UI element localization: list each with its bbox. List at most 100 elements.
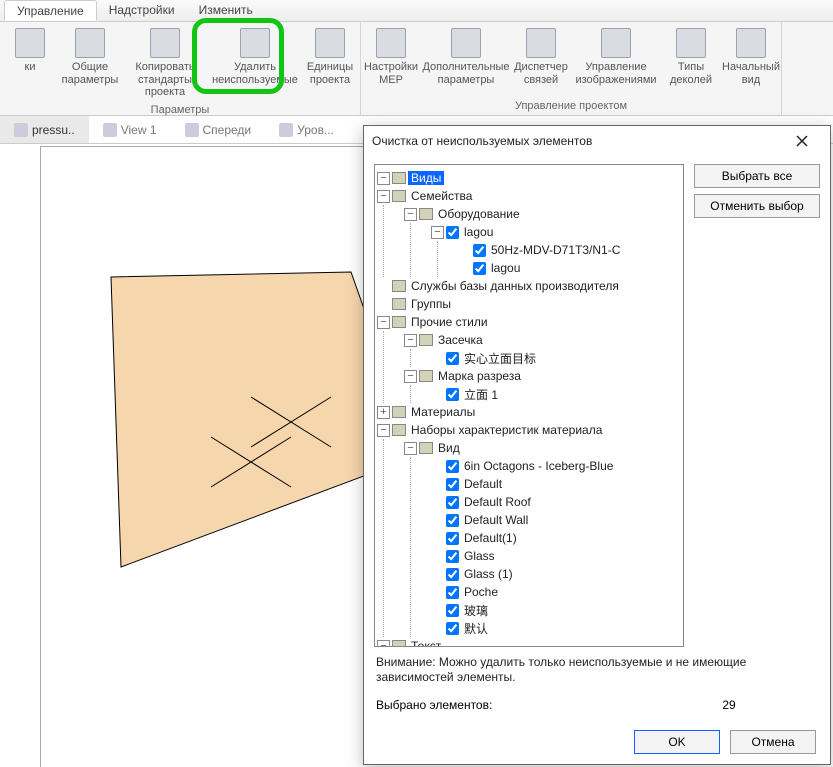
tree-checkbox[interactable] [473,262,486,275]
tree-label[interactable]: 50Hz-MDV-D71T3/N1-C [488,243,623,257]
tree-row[interactable]: Default Roof [431,493,681,511]
tree-checkbox[interactable] [446,460,459,473]
tree-label[interactable]: lagou [461,225,496,239]
tree-label[interactable]: Семейства [408,189,475,203]
tree-label[interactable]: Наборы характеристик материала [408,423,605,437]
ribbon-button-1-2[interactable]: Диспетчерсвязей [511,24,571,99]
ribbon-button-1-3[interactable]: Управлениеизображениями [571,24,661,99]
tree-row[interactable]: 立面 1 [431,385,681,403]
collapse-icon[interactable]: − [404,370,417,383]
tree-row[interactable]: 玻璃 [431,601,681,619]
tree-row[interactable]: Poche [431,583,681,601]
tree-row[interactable]: − Засечка [404,331,681,349]
tree-row[interactable]: + Материалы [377,403,681,421]
ribbon-tab-1[interactable]: Надстройки [97,0,187,21]
tree-row[interactable]: − Виды [377,169,681,187]
tree-label[interactable]: Службы базы данных производителя [408,279,622,293]
tree-label[interactable]: 玻璃 [461,602,491,619]
tree-label[interactable]: Виды [408,171,444,185]
tree-label[interactable]: Glass (1) [461,567,516,581]
ok-button[interactable]: OK [634,730,720,754]
tree-label[interactable]: Default Roof [461,495,534,509]
cancel-button[interactable]: Отмена [730,730,816,754]
tree-checkbox[interactable] [446,226,459,239]
view-tab-2[interactable]: Спереди [171,116,266,143]
tree-row[interactable]: − lagou [431,223,681,241]
tree-row[interactable]: − Вид [404,439,681,457]
tree-row[interactable]: Группы [377,295,681,313]
tree-checkbox[interactable] [473,244,486,257]
tree-label[interactable]: 实心立面目标 [461,350,539,367]
tree-checkbox[interactable] [446,604,459,617]
ribbon-button-0-2[interactable]: Копироватьстандарты проекта [120,24,210,103]
tree-checkbox[interactable] [446,496,459,509]
tree-label[interactable]: Default Wall [461,513,531,527]
view-tab-3[interactable]: Уров... [265,116,348,143]
ribbon-button-1-1[interactable]: Дополнительныепараметры [421,24,511,99]
collapse-icon[interactable]: − [377,316,390,329]
view-tab-0[interactable]: pressu.. [0,116,89,143]
tree-label[interactable]: Текст [408,639,444,647]
collapse-icon[interactable]: − [377,172,390,185]
ribbon-button-0-4[interactable]: Единицыпроекта [300,24,360,103]
deselect-all-button[interactable]: Отменить выбор [694,194,820,218]
collapse-icon[interactable]: − [431,226,444,239]
tree-row[interactable]: Default(1) [431,529,681,547]
tree-checkbox[interactable] [446,514,459,527]
tree-label[interactable]: Прочие стили [408,315,491,329]
tree-label[interactable]: Poche [461,585,501,599]
tree-checkbox[interactable] [446,478,459,491]
collapse-icon[interactable]: − [404,208,417,221]
tree-row[interactable]: − Семейства [377,187,681,205]
tree-view[interactable]: − Виды − Семейства − Оборудование − lagou 50Hz-M… [374,164,684,647]
ribbon-button-1-4[interactable]: Типыдеколей [661,24,721,99]
collapse-icon[interactable]: − [377,424,390,437]
tree-checkbox[interactable] [446,532,459,545]
ribbon-button-0-3[interactable]: Удалитьнеиспользуемые [210,24,300,103]
collapse-icon[interactable]: − [377,190,390,203]
tree-label[interactable]: 默认 [461,620,491,637]
tree-row[interactable]: − Наборы характеристик материала [377,421,681,439]
collapse-icon[interactable]: − [404,334,417,347]
tree-checkbox[interactable] [446,388,459,401]
tree-label[interactable]: Оборудование [435,207,523,221]
close-button[interactable] [782,127,822,155]
ribbon-tab-0[interactable]: Управление [4,0,97,21]
tree-label[interactable]: Glass [461,549,498,563]
tree-label[interactable]: Марка разреза [435,369,524,383]
tree-checkbox[interactable] [446,352,459,365]
ribbon-button-0-0[interactable]: ки [0,24,60,103]
tree-row[interactable]: 实心立面目标 [431,349,681,367]
tree-row[interactable]: − Прочие стили [377,313,681,331]
select-all-button[interactable]: Выбрать все [694,164,820,188]
tree-label[interactable]: 立面 1 [461,386,501,403]
ribbon-button-1-0[interactable]: НастройкиMEP [361,24,421,99]
expand-icon[interactable]: + [377,406,390,419]
tree-label[interactable]: Засечка [435,333,486,347]
collapse-icon[interactable]: − [404,442,417,455]
tree-label[interactable]: Материалы [408,405,478,419]
tree-checkbox[interactable] [446,622,459,635]
tree-checkbox[interactable] [446,586,459,599]
tree-label[interactable]: 6in Octagons - Iceberg-Blue [461,459,616,473]
tree-label[interactable]: Группы [408,297,454,311]
tree-row[interactable]: Default [431,475,681,493]
tree-row[interactable]: Default Wall [431,511,681,529]
tree-row[interactable]: − Текст [377,637,681,647]
tree-label[interactable]: Default [461,477,505,491]
tree-checkbox[interactable] [446,550,459,563]
tree-row[interactable]: 6in Octagons - Iceberg-Blue [431,457,681,475]
collapse-icon[interactable]: − [377,640,390,647]
ribbon-tab-2[interactable]: Изменить [187,0,265,21]
tree-row[interactable]: lagou [458,259,681,277]
tree-row[interactable]: 默认 [431,619,681,637]
ribbon-button-1-5[interactable]: Начальныйвид [721,24,781,99]
tree-label[interactable]: lagou [488,261,523,275]
tree-row[interactable]: Службы базы данных производителя [377,277,681,295]
tree-label[interactable]: Default(1) [461,531,520,545]
tree-checkbox[interactable] [446,568,459,581]
tree-row[interactable]: Glass (1) [431,565,681,583]
tree-row[interactable]: − Оборудование [404,205,681,223]
tree-label[interactable]: Вид [435,441,463,455]
tree-row[interactable]: Glass [431,547,681,565]
